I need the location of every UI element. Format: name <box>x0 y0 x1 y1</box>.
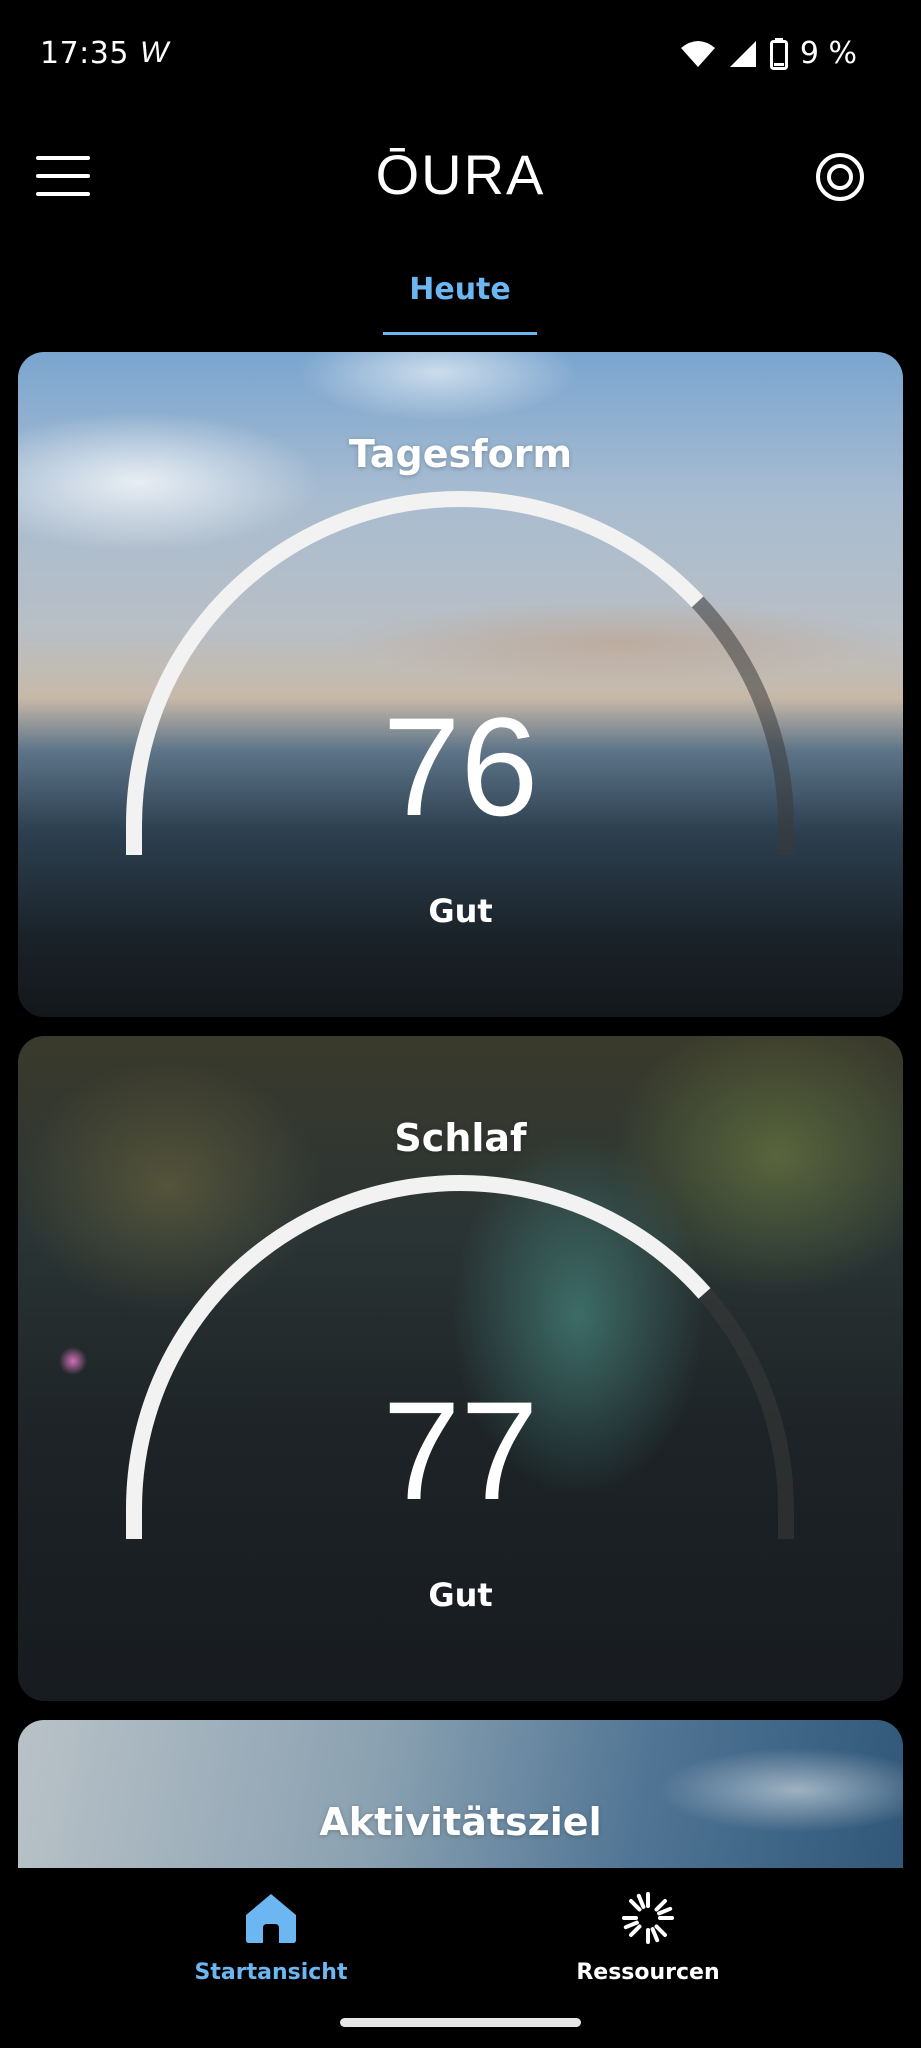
wifi-icon <box>680 40 715 67</box>
bottom-navigation: Startansicht Ressourcen <box>0 1868 921 2048</box>
card-title-activity: Aktivitätsziel <box>319 1800 602 1844</box>
active-tab-indicator <box>383 332 537 335</box>
nav-label-ressourcen: Ressourcen <box>576 1960 720 1985</box>
readiness-rating: Gut <box>428 892 493 930</box>
status-bar: 17:35 W 9 % <box>0 0 921 110</box>
readiness-score: 76 <box>382 688 539 845</box>
nav-label-startansicht: Startansicht <box>194 1960 348 1985</box>
oura-logo: ŌURA <box>375 143 546 206</box>
sleep-score: 77 <box>382 1372 539 1529</box>
app-header: ŌURA <box>0 120 921 230</box>
app-notification-indicator: W <box>140 36 169 69</box>
readiness-card[interactable]: Tagesform 76 Gut <box>18 352 903 1017</box>
home-indicator <box>340 2018 581 2027</box>
sleep-rating: Gut <box>428 1576 493 1614</box>
status-time: 17:35 <box>40 36 129 71</box>
sleep-card[interactable]: Schlaf 77 Gut <box>18 1036 903 1701</box>
date-tabs: Heute <box>0 262 921 338</box>
battery-percent: 9 % <box>799 36 857 71</box>
nav-item-ressourcen[interactable]: Ressourcen <box>528 1888 768 1985</box>
home-icon <box>246 1894 296 1943</box>
tab-heute[interactable]: Heute <box>383 272 537 307</box>
loader-burst-icon <box>622 1892 674 1944</box>
status-icons: 9 % <box>680 36 857 71</box>
nav-item-startansicht[interactable]: Startansicht <box>151 1888 391 1985</box>
battery-icon <box>769 37 788 70</box>
signal-icon <box>729 40 756 67</box>
ring-icon[interactable] <box>813 150 867 204</box>
